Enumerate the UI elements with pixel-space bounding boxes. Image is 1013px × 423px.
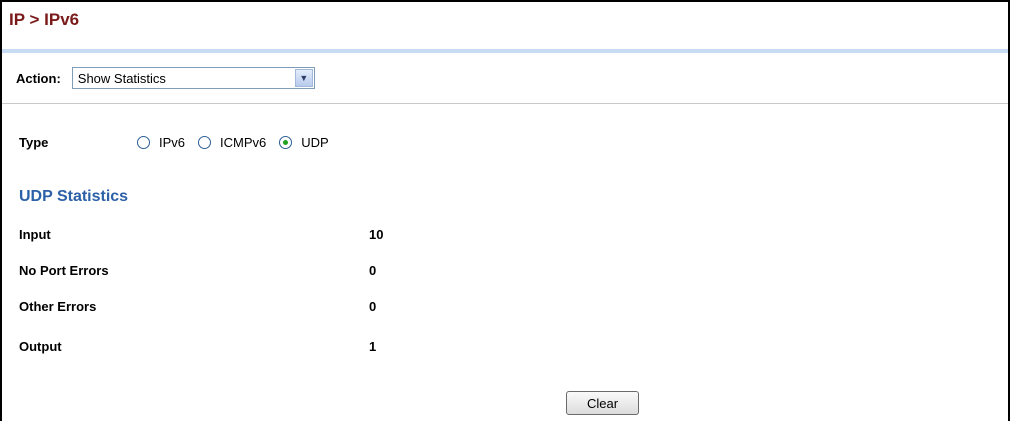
breadcrumb: IP > IPv6 [9,10,80,29]
action-label: Action: [16,70,61,86]
stat-value: 10 [369,227,384,242]
action-select[interactable]: Show Statistics ▼ [71,67,315,89]
stat-value: 1 [369,339,377,354]
stat-row-output: Output 1 [19,339,376,354]
stat-row-input: Input 10 [19,227,383,242]
page-frame: IP > IPv6 Action: Show Statistics ▼ [0,0,1010,421]
title-bar: IP > IPv6 [2,2,1008,53]
stat-row-other-errors: Other Errors 0 [19,299,376,314]
radio-udp-label: UDP [301,135,329,150]
stat-label: Input [19,227,51,242]
radio-icmpv6-button[interactable] [198,136,212,149]
radio-icmpv6[interactable]: ICMPv6 [198,135,266,150]
radio-udp-button[interactable] [279,136,293,149]
action-select-value: Show Statistics [77,70,166,86]
action-row: Action: Show Statistics ▼ [2,53,1008,104]
stat-value: 0 [369,299,377,314]
radio-checked-dot [283,140,289,145]
radio-udp[interactable]: UDP [279,135,329,150]
radio-icmpv6-label: ICMPv6 [220,135,267,150]
radio-ipv6[interactable]: IPv6 [137,135,185,150]
stat-value: 0 [369,263,377,278]
chevron-down-icon[interactable]: ▼ [294,69,313,87]
clear-button[interactable]: Clear [566,391,639,415]
radio-ipv6-label: IPv6 [159,135,186,150]
stat-row-no-port-errors: No Port Errors 0 [19,263,376,278]
stat-label: Other Errors [19,299,97,314]
stat-label: Output [19,339,62,354]
type-row: Type IPv6 ICMPv6 UDP [19,135,342,150]
stat-label: No Port Errors [19,263,109,278]
type-label: Type [19,135,49,150]
section-title: UDP Statistics [19,188,129,205]
radio-ipv6-button[interactable] [137,136,150,149]
